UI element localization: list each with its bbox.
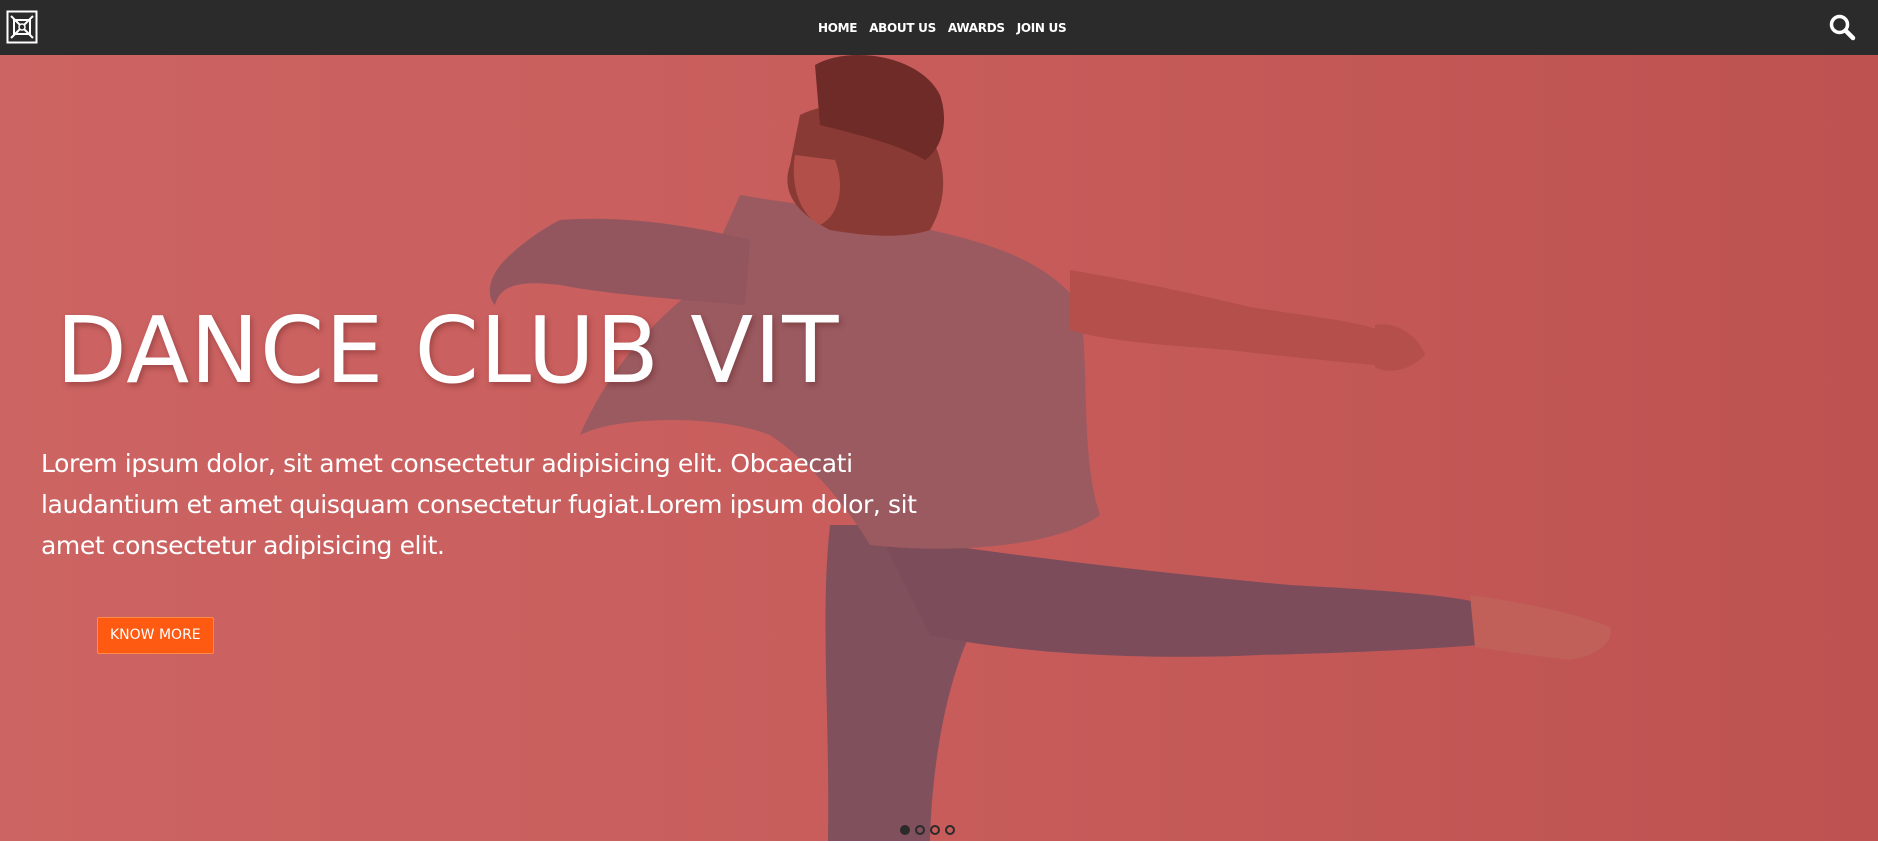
carousel-indicators xyxy=(900,825,955,835)
logo-icon[interactable] xyxy=(6,10,38,44)
hero-description: Lorem ipsum dolor, sit amet consectetur … xyxy=(41,449,917,560)
carousel-indicator-4[interactable] xyxy=(945,825,955,835)
hero-carousel-slide: DANCE CLUB VIT Lorem ipsum dolor, sit am… xyxy=(0,55,1878,841)
nav-links: HOME ABOUT US AWARDS JOIN US xyxy=(818,0,1067,55)
nav-about-us-link[interactable]: ABOUT US xyxy=(869,21,936,35)
carousel-indicator-2[interactable] xyxy=(915,825,925,835)
carousel-indicator-1[interactable] xyxy=(900,825,910,835)
nav-home-link[interactable]: HOME xyxy=(818,21,857,35)
nav-awards-link[interactable]: AWARDS xyxy=(948,21,1005,35)
search-icon[interactable] xyxy=(1828,13,1856,41)
nav-join-us-link[interactable]: JOIN US xyxy=(1017,21,1067,35)
hero-title: DANCE CLUB VIT xyxy=(56,297,840,404)
know-more-button[interactable]: KNOW MORE xyxy=(97,617,214,654)
top-navbar: HOME ABOUT US AWARDS JOIN US xyxy=(0,0,1878,55)
carousel-indicator-3[interactable] xyxy=(930,825,940,835)
